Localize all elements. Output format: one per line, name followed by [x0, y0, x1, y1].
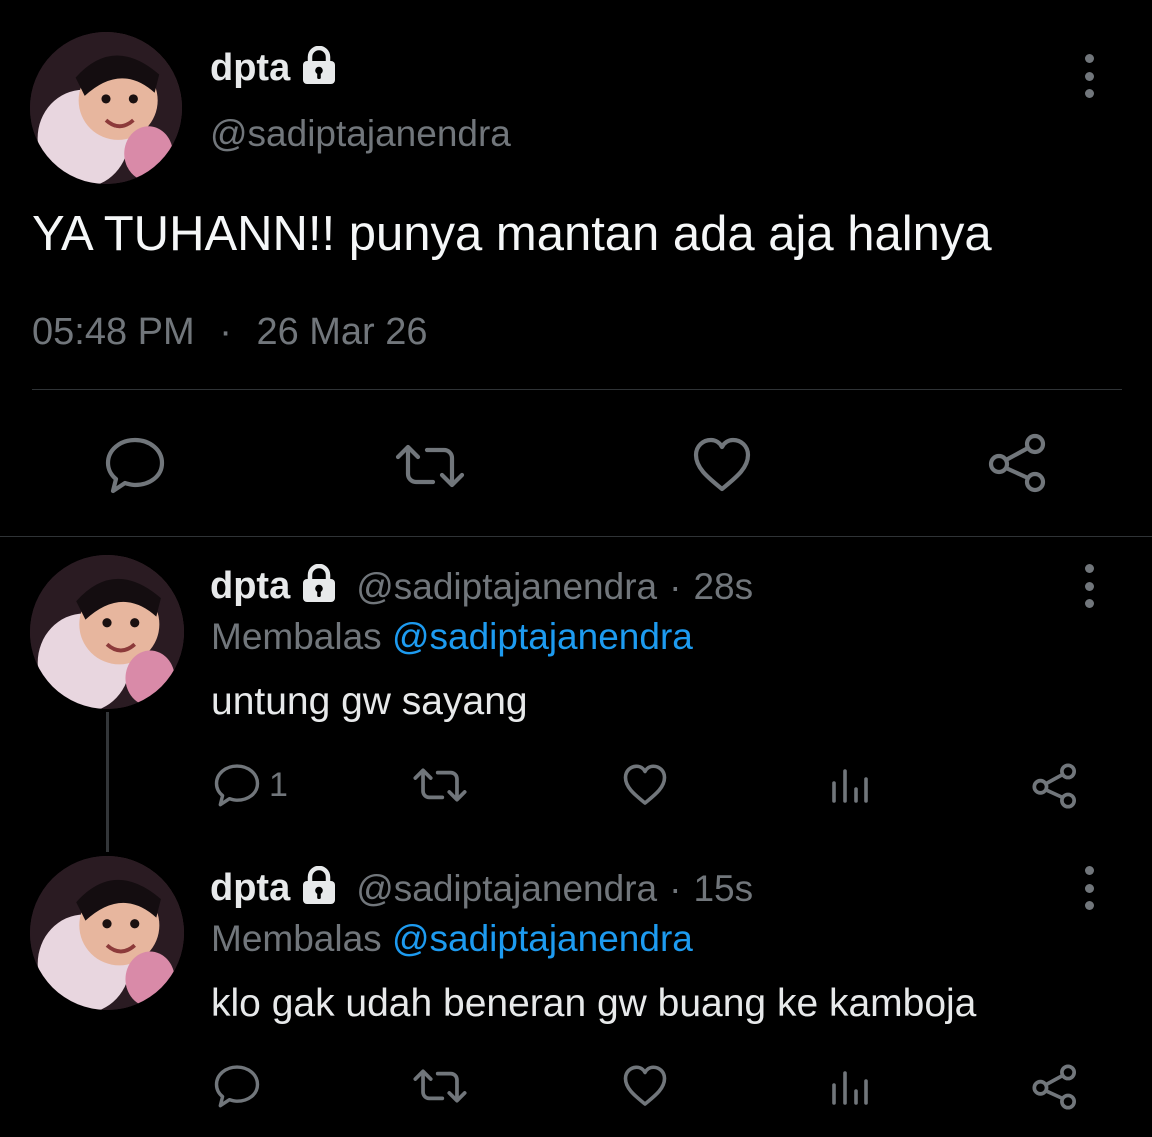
- share-icon: [1032, 1064, 1077, 1110]
- share-button[interactable]: [1032, 763, 1078, 809]
- more-icon: [1084, 564, 1094, 573]
- lock-icon: [300, 563, 338, 609]
- retweet-icon: [395, 444, 465, 488]
- reply-count: 1: [269, 765, 288, 804]
- username-handle[interactable]: @sadiptajanendra: [210, 113, 511, 155]
- display-name[interactable]: dpta: [210, 47, 290, 90]
- like-icon: [623, 764, 667, 805]
- more-icon: [1084, 54, 1094, 63]
- display-name[interactable]: dpta: [210, 565, 290, 608]
- like-button[interactable]: [692, 437, 752, 493]
- more-options-button[interactable]: [1077, 54, 1101, 98]
- replying-to-label: Membalas: [211, 918, 382, 959]
- lock-icon: [300, 45, 338, 91]
- avatar-photo: [30, 856, 184, 1010]
- username-handle[interactable]: @sadiptajanendra: [356, 868, 657, 910]
- like-icon: [693, 437, 751, 492]
- share-button[interactable]: [988, 433, 1048, 493]
- mention-link[interactable]: @sadiptajanendra: [392, 918, 693, 959]
- meta-separator: ·: [669, 867, 682, 909]
- tweet-detail-page: dpta @sadiptajanendra YA TUHANN!! punya …: [0, 0, 1152, 1137]
- meta-separator: ·: [669, 565, 682, 607]
- replying-to-label: Membalas: [211, 616, 382, 657]
- reply-button[interactable]: [213, 1064, 261, 1108]
- analytics-button[interactable]: [830, 1069, 870, 1107]
- avatar[interactable]: [30, 555, 184, 709]
- display-name[interactable]: dpta: [210, 867, 290, 910]
- reply-author-row: dpta @sadiptajanendra · 28s: [210, 563, 753, 609]
- reply-button[interactable]: [104, 436, 166, 494]
- more-icon: [1084, 866, 1094, 875]
- reply-age[interactable]: 15s: [693, 868, 753, 910]
- avatar-photo: [30, 555, 184, 709]
- retweet-button[interactable]: [413, 1069, 467, 1103]
- lock-icon: [300, 865, 338, 911]
- like-button[interactable]: [622, 1065, 668, 1107]
- like-button[interactable]: [622, 764, 668, 806]
- divider: [32, 389, 1122, 390]
- reply-text: klo gak udah beneran gw buang ke kamboja: [211, 982, 977, 1025]
- avatar[interactable]: [30, 32, 182, 184]
- analytics-button[interactable]: [830, 767, 870, 805]
- more-options-button[interactable]: [1077, 564, 1101, 608]
- analytics-icon: [832, 1071, 868, 1105]
- tweet-text: YA TUHANN!! punya mantan ada aja halnya: [32, 207, 992, 261]
- avatar[interactable]: [30, 856, 184, 1010]
- retweet-button[interactable]: [395, 444, 465, 488]
- replying-to: Membalas @sadiptajanendra: [211, 918, 693, 960]
- more-options-button[interactable]: [1077, 866, 1101, 910]
- reply-age[interactable]: 28s: [693, 566, 753, 608]
- section-divider: [0, 536, 1152, 537]
- share-icon: [988, 433, 1046, 493]
- retweet-button[interactable]: [413, 768, 467, 802]
- tweet-time: 05:48 PM: [32, 311, 195, 353]
- reply-icon: [105, 437, 165, 494]
- reply-button[interactable]: 1: [213, 763, 288, 807]
- thread-line: [106, 712, 109, 852]
- mention-link[interactable]: @sadiptajanendra: [392, 616, 693, 657]
- share-icon: [1032, 763, 1077, 809]
- reply-text: untung gw sayang: [211, 680, 528, 723]
- share-button[interactable]: [1032, 1064, 1078, 1110]
- tweet-timestamp[interactable]: 05:48 PM · 26 Mar 26: [32, 311, 428, 354]
- analytics-icon: [832, 769, 868, 803]
- reply-icon: [214, 764, 260, 807]
- reply-author-row: dpta @sadiptajanendra · 15s: [210, 865, 753, 911]
- username-handle[interactable]: @sadiptajanendra: [356, 566, 657, 608]
- avatar-photo: [30, 32, 182, 184]
- author-row: dpta: [210, 45, 338, 91]
- retweet-icon: [413, 768, 467, 802]
- reply-icon: [214, 1065, 260, 1108]
- replying-to: Membalas @sadiptajanendra: [211, 616, 693, 658]
- meta-separator: ·: [219, 311, 232, 353]
- retweet-icon: [413, 1069, 467, 1103]
- tweet-date: 26 Mar 26: [256, 311, 428, 353]
- like-icon: [623, 1065, 667, 1106]
